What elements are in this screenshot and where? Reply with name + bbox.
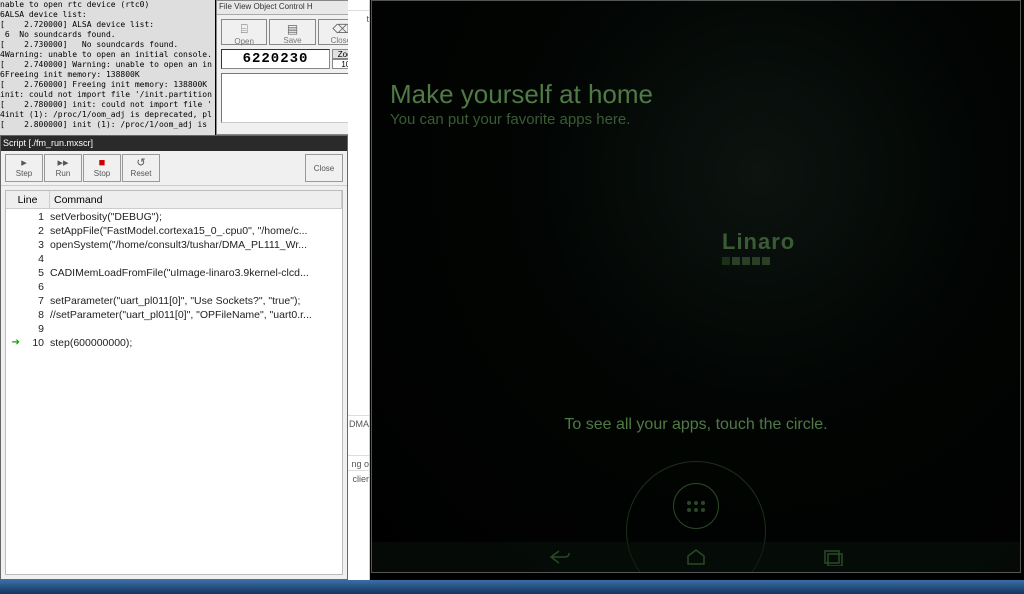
line-number: 3 (20, 237, 50, 251)
apps-button[interactable] (673, 483, 719, 529)
step-icon: ▸ (21, 158, 27, 169)
open-icon: ⌸ (224, 22, 264, 37)
model-menubar[interactable]: File View Object Control H (217, 1, 368, 15)
reset-icon: ↺ (136, 158, 145, 169)
command-text (50, 321, 342, 335)
back-icon (547, 548, 573, 566)
recents-button[interactable] (819, 548, 845, 566)
android-emulator[interactable]: Make yourself at home You can put your f… (371, 0, 1021, 573)
script-row[interactable]: ➔10step(600000000); (6, 335, 342, 349)
line-number: 8 (20, 307, 50, 321)
android-subtext: You can put your favorite apps here. (390, 111, 630, 129)
save-icon: ▤ (272, 22, 312, 36)
line-number: 6 (20, 279, 50, 293)
script-row[interactable]: 2setAppFile("FastModel.cortexa15_0_.cpu0… (6, 223, 342, 237)
script-window: Script [./fm_run.mxscr] ▸Step ▸▸Run ■Sto… (0, 135, 348, 580)
script-close-button[interactable]: Close (305, 154, 343, 182)
script-row[interactable]: 6 (6, 279, 342, 293)
current-line-arrow-icon (6, 223, 20, 237)
android-hint: To see all your apps, touch the circle. (372, 416, 1020, 434)
home-icon (683, 548, 709, 566)
column-header-line[interactable]: Line (6, 191, 50, 208)
script-grid: Line Command 1setVerbosity("DEBUG");2set… (5, 190, 343, 575)
command-text (50, 251, 342, 265)
current-line-arrow-icon (6, 251, 20, 265)
line-number: 2 (20, 223, 50, 237)
linaro-logo-dots (722, 257, 795, 265)
stop-icon: ■ (99, 158, 106, 169)
command-text: step(600000000); (50, 335, 342, 349)
current-line-arrow-icon (6, 293, 20, 307)
script-toolbar: ▸Step ▸▸Run ■Stop ↺Reset Close (1, 151, 347, 186)
command-text: CADIMemLoadFromFile("uImage-linaro3.9ker… (50, 265, 342, 279)
run-icon: ▸▸ (57, 158, 68, 169)
command-text: openSystem("/home/consult3/tushar/DMA_PL… (50, 237, 342, 251)
run-button[interactable]: ▸▸Run (44, 154, 82, 182)
command-text: setParameter("uart_pl011[0]", "Use Socke… (50, 293, 342, 307)
line-number: 4 (20, 251, 50, 265)
android-headline: Make yourself at home (390, 79, 653, 109)
line-number: 10 (20, 335, 50, 349)
terminal-log: nable to open rtc device (rtc0) 6ALSA de… (0, 0, 215, 135)
background-window-sliver: t DMA ng o clier (348, 0, 370, 580)
step-button[interactable]: ▸Step (5, 154, 43, 182)
line-number: 7 (20, 293, 50, 307)
save-button[interactable]: ▤Save (269, 19, 315, 45)
model-toolbar-window: File View Object Control H ⌸Open ▤Save ⌫… (216, 0, 369, 135)
home-button[interactable] (683, 548, 709, 566)
script-row[interactable]: 4 (6, 251, 342, 265)
current-line-arrow-icon (6, 265, 20, 279)
reset-button[interactable]: ↺Reset (122, 154, 160, 182)
desktop-taskbar[interactable] (0, 580, 1024, 594)
cycle-counter: 6220230 (221, 49, 330, 69)
script-row[interactable]: 5CADIMemLoadFromFile("uImage-linaro3.9ke… (6, 265, 342, 279)
line-number: 1 (20, 209, 50, 223)
recents-icon (819, 548, 845, 566)
current-line-arrow-icon (6, 307, 20, 321)
script-row[interactable]: 8//setParameter("uart_pl011[0]", "OPFile… (6, 307, 342, 321)
linaro-logo: Linaro (722, 231, 795, 265)
back-button[interactable] (547, 548, 573, 566)
line-number: 5 (20, 265, 50, 279)
script-row[interactable]: 7setParameter("uart_pl011[0]", "Use Sock… (6, 293, 342, 307)
script-row[interactable]: 9 (6, 321, 342, 335)
column-header-command[interactable]: Command (50, 191, 342, 208)
current-line-arrow-icon (6, 321, 20, 335)
current-line-arrow-icon (6, 279, 20, 293)
script-row[interactable]: 3openSystem("/home/consult3/tushar/DMA_P… (6, 237, 342, 251)
current-line-arrow-icon (6, 209, 20, 223)
apps-grid-icon (687, 501, 705, 512)
model-blank-area (221, 73, 364, 123)
stop-button[interactable]: ■Stop (83, 154, 121, 182)
command-text: setVerbosity("DEBUG"); (50, 209, 342, 223)
android-navbar (372, 542, 1020, 572)
line-number: 9 (20, 321, 50, 335)
command-text: setAppFile("FastModel.cortexa15_0_.cpu0"… (50, 223, 342, 237)
command-text: //setParameter("uart_pl011[0]", "OPFileN… (50, 307, 342, 321)
open-button[interactable]: ⌸Open (221, 19, 267, 45)
current-line-arrow-icon (6, 237, 20, 251)
current-line-arrow-icon: ➔ (6, 335, 20, 349)
script-titlebar[interactable]: Script [./fm_run.mxscr] (1, 136, 347, 151)
command-text (50, 279, 342, 293)
script-row[interactable]: 1setVerbosity("DEBUG"); (6, 209, 342, 223)
